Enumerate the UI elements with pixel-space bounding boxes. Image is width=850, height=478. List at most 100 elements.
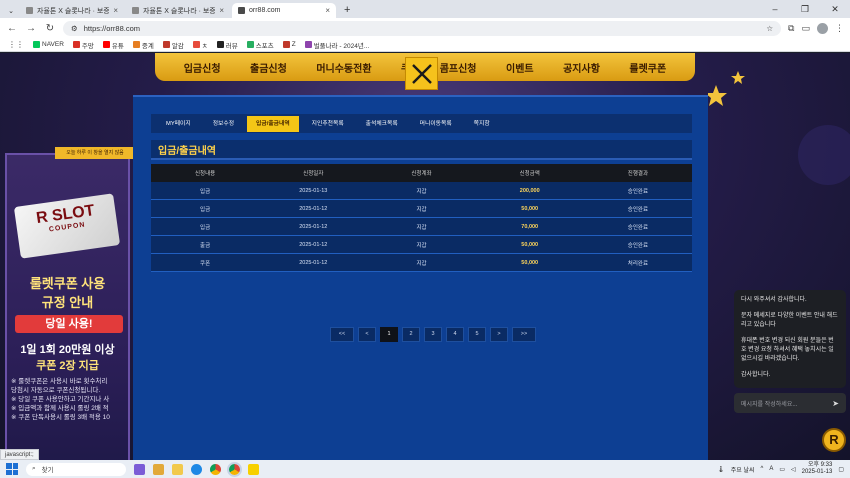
hide-today-ribbon[interactable]: 오늘 하루 이 창을 열지 않음 xyxy=(55,147,135,159)
close-popup-button[interactable] xyxy=(405,57,438,90)
last-page-button[interactable]: >> xyxy=(512,327,536,342)
chat-input[interactable]: 메시지를 작성하세요... ➤ xyxy=(734,393,846,413)
bookmark-favicon-icon xyxy=(192,41,200,48)
bookmark-item[interactable]: 알감 xyxy=(162,40,184,50)
tab-money-transfer-list[interactable]: 머니이동목록 xyxy=(411,116,461,132)
cell-amount: 50,000 xyxy=(521,259,539,266)
site-info-icon[interactable]: ⚙ xyxy=(71,24,78,33)
weather-icon[interactable]: 🌡 xyxy=(717,466,725,473)
bookmark-favicon-icon xyxy=(162,41,170,48)
close-window-icon[interactable]: ✕ xyxy=(820,0,850,18)
ime-indicator[interactable]: A xyxy=(769,466,773,472)
next-page-button[interactable]: > xyxy=(490,327,508,342)
tab-edit-info[interactable]: 정보수정 xyxy=(204,116,243,132)
bookmark-item[interactable]: 중계 xyxy=(132,40,154,50)
chat-widget: 다시 와주셔서 감사합니다. 문자 메세지로 다양한 이벤트 안내 해드리고 있… xyxy=(734,290,846,388)
kakaotalk-icon[interactable] xyxy=(248,463,259,475)
chrome-icon[interactable] xyxy=(210,463,221,475)
tab-referral-list[interactable]: 지인추천목록 xyxy=(303,116,353,132)
notifications-icon[interactable]: ▢ xyxy=(838,466,844,473)
table-header-row: 신청내용 신청일자 신청계좌 신청금액 진행결과 xyxy=(151,164,692,182)
page-button[interactable]: 2 xyxy=(402,327,420,342)
bookmark-item[interactable]: 러뷰 xyxy=(216,40,238,50)
bookmark-item[interactable]: NAVER xyxy=(33,41,64,48)
page-button[interactable]: 4 xyxy=(446,327,464,342)
close-tab-icon[interactable]: × xyxy=(325,6,330,15)
bookmark-item[interactable]: 벌풀나라 - 2024년... xyxy=(304,40,369,50)
page-button[interactable]: 5 xyxy=(468,327,486,342)
windows-taskbar: ⌕ 찾기 🌡 주요 날씨 ^ A ▭ ◁ 오후 9:33 2025-01-13 … xyxy=(0,460,850,478)
cell-status: 승인완료 xyxy=(627,242,649,249)
promo-line-2: 쿠폰 2장 지급 xyxy=(36,360,99,372)
close-icon xyxy=(411,63,432,84)
new-tab-button[interactable]: + xyxy=(338,3,356,18)
forward-icon[interactable]: → xyxy=(25,23,37,34)
taskbar-search[interactable]: ⌕ 찾기 xyxy=(26,462,126,476)
widgets-icon[interactable] xyxy=(153,463,164,475)
nav-withdraw[interactable]: 출금신청 xyxy=(250,60,287,75)
file-explorer-icon[interactable] xyxy=(172,463,183,475)
chrome-active-icon[interactable] xyxy=(227,461,242,477)
prev-page-button[interactable]: < xyxy=(358,327,376,342)
cell-account: 지갑 xyxy=(416,206,427,213)
url-text: https://orr88.com xyxy=(83,23,141,33)
bookmark-star-icon[interactable]: ☆ xyxy=(766,24,773,33)
nav-deposit[interactable]: 입금신청 xyxy=(184,60,221,75)
column-header: 신청내용 xyxy=(194,171,216,177)
clock[interactable]: 오후 9:33 2025-01-13 xyxy=(802,462,833,476)
first-page-button[interactable]: << xyxy=(330,327,354,342)
send-icon[interactable]: ➤ xyxy=(832,399,839,408)
page-button[interactable]: 1 xyxy=(380,327,398,342)
browser-status-bar: javascript:; xyxy=(0,449,39,460)
bookmark-item[interactable]: ㅊ xyxy=(192,40,208,50)
minimize-icon[interactable]: – xyxy=(760,0,790,18)
close-tab-icon[interactable]: × xyxy=(219,6,224,15)
column-header: 신청계좌 xyxy=(411,171,432,177)
windows-start-icon[interactable] xyxy=(6,463,18,475)
network-icon[interactable]: ▭ xyxy=(779,466,785,473)
cell-amount: 200,000 xyxy=(519,187,540,194)
browser-tab-3[interactable]: orr88.com × xyxy=(232,3,336,18)
weather-text[interactable]: 주요 날씨 xyxy=(731,465,755,474)
cell-account: 지갑 xyxy=(416,224,427,231)
nav-notice[interactable]: 공지사항 xyxy=(563,60,600,75)
nav-comp[interactable]: 콤프신청 xyxy=(440,60,477,75)
apps-grid-icon[interactable]: ⋮⋮ xyxy=(8,40,24,49)
reload-icon[interactable]: ↻ xyxy=(44,23,56,34)
browser-tab-1[interactable]: 자율톤 X 슬롯나라 · 보증금 2억 × xyxy=(20,3,124,18)
nav-event[interactable]: 이벤트 xyxy=(506,60,534,75)
browser-toolbar: ← → ↻ ⚙ https://orr88.com ☆ ⧉ ▭ ⋮ xyxy=(0,18,850,38)
chat-launcher-badge[interactable]: R xyxy=(822,428,846,452)
cell-amount: 70,000 xyxy=(521,223,539,230)
tab-strip-menu[interactable]: ⌄ xyxy=(4,3,18,18)
nav-roulette-coupon[interactable]: 룰렛쿠폰 xyxy=(629,60,666,75)
nav-money-transfer[interactable]: 머니수동전환 xyxy=(316,60,371,75)
bookmark-item[interactable]: 스포츠 xyxy=(246,40,274,50)
edge-icon[interactable] xyxy=(191,463,202,475)
address-bar[interactable]: ⚙ https://orr88.com ☆ xyxy=(63,20,782,36)
page-button[interactable]: 3 xyxy=(424,327,442,342)
tab-deposit-withdraw-history[interactable]: 입금/출금내역 xyxy=(247,115,299,132)
tab-my-page[interactable]: MY페이지 xyxy=(157,116,200,132)
extensions-icon[interactable]: ⧉ xyxy=(788,23,794,34)
bookmark-item[interactable]: 유튜 xyxy=(102,40,124,50)
maximize-icon[interactable]: ❐ xyxy=(790,0,820,18)
profile-avatar[interactable] xyxy=(817,22,828,34)
cell-date: 2025-01-12 xyxy=(299,259,328,266)
bookmark-item[interactable]: 주망 xyxy=(72,40,94,50)
back-icon[interactable]: ← xyxy=(6,23,18,34)
browser-tab-2[interactable]: 자율톤 X 슬롯나라 · 보증금 2억 × xyxy=(126,3,230,18)
tab-attendance-list[interactable]: 출석체크목록 xyxy=(357,116,407,132)
column-header: 신청일자 xyxy=(303,171,324,177)
browser-menu-icon[interactable]: ⋮ xyxy=(835,23,844,34)
clock-date: 2025-01-13 xyxy=(801,469,833,475)
cell-status: 승인완료 xyxy=(627,188,649,195)
promo-headline: 룰렛쿠폰 사용 규정 안내 xyxy=(7,273,128,311)
tray-chevron-icon[interactable]: ^ xyxy=(760,466,763,472)
taskview-icon[interactable] xyxy=(134,463,145,475)
tab-messages[interactable]: 쪽지함 xyxy=(465,116,499,132)
sidebar-icon[interactable]: ▭ xyxy=(801,23,810,34)
volume-icon[interactable]: ◁ xyxy=(791,466,796,473)
close-tab-icon[interactable]: × xyxy=(113,6,118,15)
bookmark-item[interactable]: Z xyxy=(282,41,296,48)
